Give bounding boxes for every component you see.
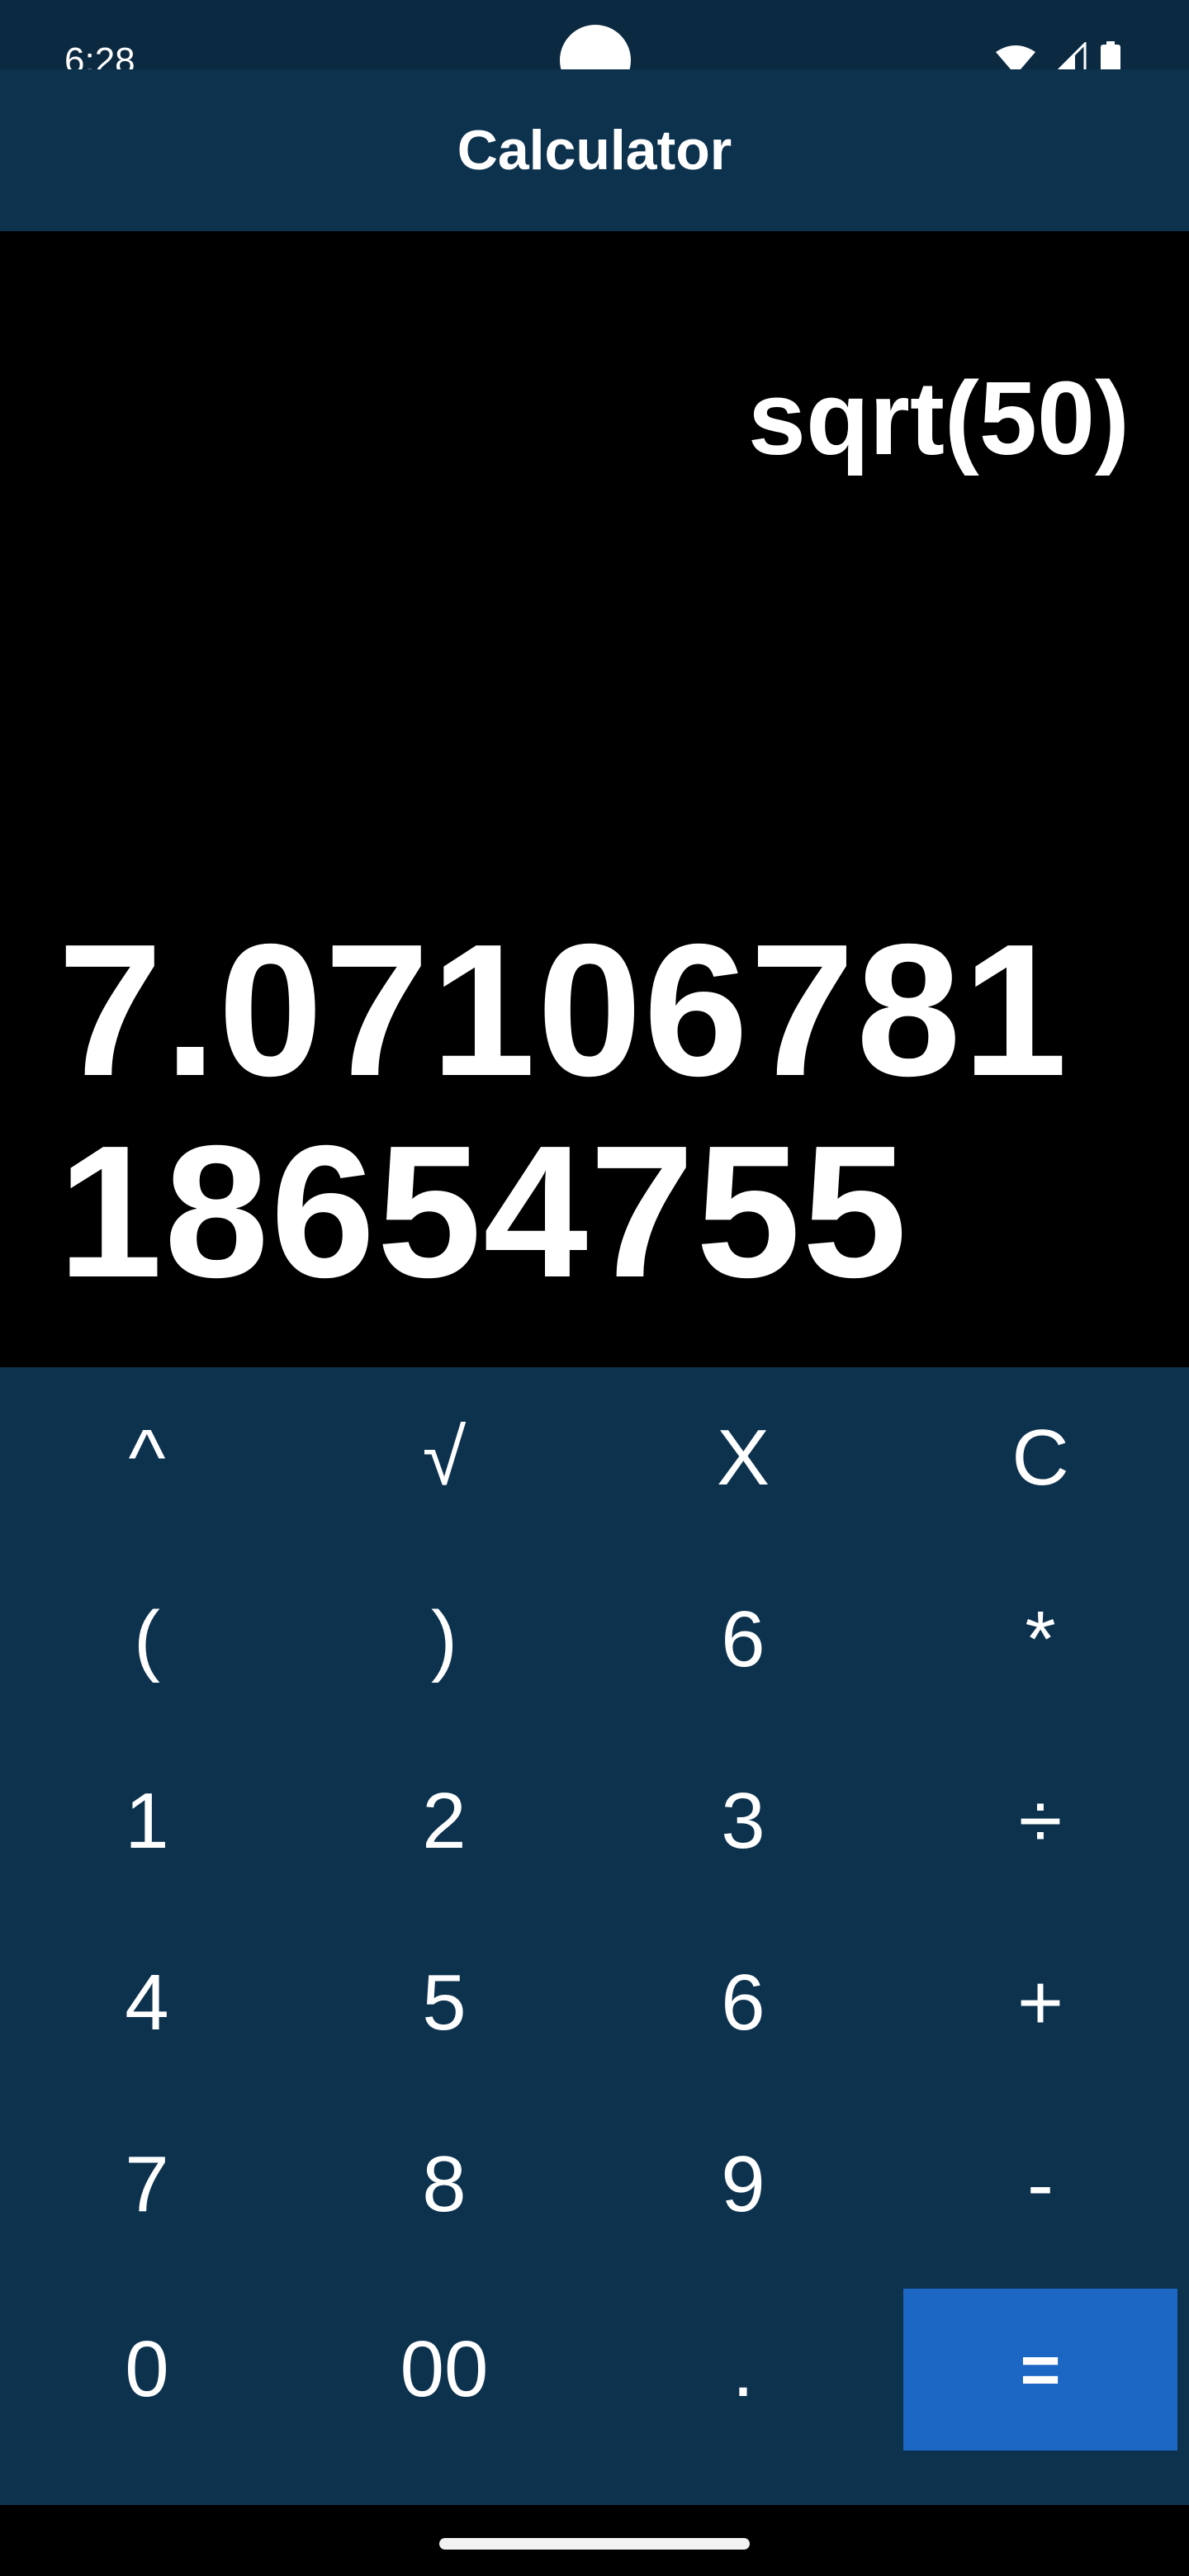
key-7[interactable]: 7 (10, 2104, 284, 2266)
app-title: Calculator (457, 119, 732, 182)
key-open-paren[interactable]: ( (10, 1559, 284, 1721)
status-bar: 6:28 (0, 0, 1189, 96)
key-00[interactable]: 00 (307, 2289, 581, 2451)
key-divide[interactable]: ÷ (903, 1740, 1177, 1902)
key-clear[interactable]: C (903, 1377, 1177, 1539)
key-5[interactable]: 5 (307, 1922, 581, 2084)
key-close-paren[interactable]: ) (307, 1559, 581, 1721)
home-gesture-handle[interactable] (439, 2538, 750, 2550)
keypad: ^ √ X C ( ) 6 * 1 2 3 ÷ 4 5 6 + 7 8 9 - … (0, 1367, 1189, 2505)
key-power[interactable]: ^ (10, 1377, 284, 1539)
equals-button[interactable]: = (903, 2289, 1177, 2451)
key-backspace[interactable]: X (606, 1377, 880, 1539)
key-0[interactable]: 0 (10, 2289, 284, 2451)
key-6-top[interactable]: 6 (606, 1559, 880, 1721)
key-8[interactable]: 8 (307, 2104, 581, 2266)
navigation-bar (0, 2505, 1189, 2576)
key-4[interactable]: 4 (10, 1922, 284, 2084)
key-6[interactable]: 6 (606, 1922, 880, 2084)
key-plus[interactable]: + (903, 1922, 1177, 2084)
key-2[interactable]: 2 (307, 1740, 581, 1902)
key-minus[interactable]: - (903, 2104, 1177, 2266)
expression-text: sqrt(50) (747, 360, 1130, 476)
key-9[interactable]: 9 (606, 2104, 880, 2266)
key-sqrt[interactable]: √ (307, 1377, 581, 1539)
result-text: 7.0710678118654755 (58, 906, 1069, 1317)
key-multiply[interactable]: * (903, 1559, 1177, 1721)
key-decimal[interactable]: . (606, 2289, 880, 2451)
key-1[interactable]: 1 (10, 1740, 284, 1902)
key-3[interactable]: 3 (606, 1740, 880, 1902)
app-bar: Calculator (0, 69, 1189, 231)
calculator-display: sqrt(50) 7.0710678118654755 (0, 231, 1189, 1367)
